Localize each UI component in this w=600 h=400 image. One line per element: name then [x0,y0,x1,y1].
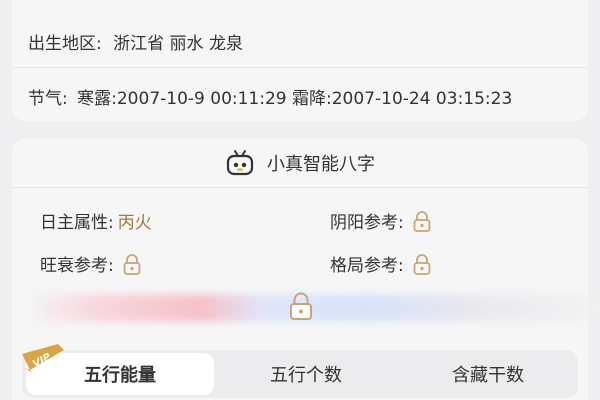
tab-wuxing-count[interactable]: 五行个数 [214,350,398,398]
yinyang-field[interactable]: 阴阳参考: [330,208,432,233]
tab-hidden-stems[interactable]: 含藏干数 [398,350,578,398]
birth-region-row: 出生地区: 浙江省 丽水 龙泉 [28,29,243,54]
wangshuai-field[interactable]: 旺衰参考: [40,251,142,276]
smart-bazi-header: 小真智能八字 [12,138,588,188]
day-master-field: 日主属性: 丙火 [40,208,152,233]
tab-label: 含藏干数 [452,365,524,386]
day-master-label: 日主属性: [40,213,114,233]
lock-icon[interactable] [288,290,314,322]
energy-tabs: 五行能量 五行个数 含藏干数 [22,350,578,398]
geju-field[interactable]: 格局参考: [330,251,432,276]
geju-label: 格局参考: [330,256,404,276]
smart-bazi-title: 小真智能八字 [267,153,375,175]
jieqi-label: 节气: [28,89,68,109]
lock-icon[interactable] [412,210,432,232]
tab-label: 五行能量 [84,365,156,386]
birth-region-label: 出生地区: [28,34,102,54]
tab-label: 五行个数 [270,365,342,386]
smart-bazi-card: 小真智能八字 日主属性: 丙火 阴阳参考: 旺衰参考: 格局参考: 五行能量 五… [12,138,590,400]
wangshuai-label: 旺衰参考: [40,256,114,276]
vip-badge: VIP [22,344,64,372]
lock-icon[interactable] [412,253,432,275]
jieqi-row: 节气: 寒露:2007-10-9 00:11:29 霜降:2007-10-24 … [28,84,512,109]
robot-icon [226,149,254,175]
day-master-value: 丙火 [117,213,152,233]
birth-region-value: 浙江省 丽水 龙泉 [113,34,243,54]
lock-icon[interactable] [122,253,142,275]
jieqi-value: 寒露:2007-10-9 00:11:29 霜降:2007-10-24 03:1… [77,89,513,109]
yinyang-label: 阴阳参考: [330,213,404,233]
info-divider [12,67,588,68]
